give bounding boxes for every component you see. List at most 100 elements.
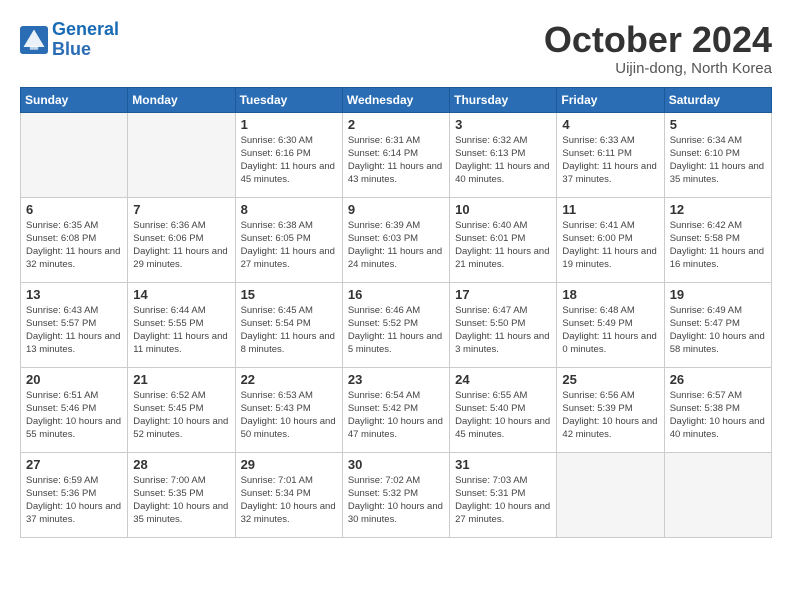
day-number: 14 [133,287,229,302]
day-number: 16 [348,287,444,302]
calendar-cell: 27Sunrise: 6:59 AM Sunset: 5:36 PM Dayli… [21,452,128,537]
calendar-cell: 13 Sunrise: 6:43 AM Sunset: 5:57 PM Dayli… [21,282,128,367]
day-info: Sunrise: 6:35 AM Sunset: 6:08 PM Dayligh… [26,219,122,272]
calendar-cell: 11 Sunrise: 6:41 AM Sunset: 6:00 PM Dayli… [557,197,664,282]
day-number: 26 [670,372,766,387]
day-number: 6 [26,202,122,217]
calendar-cell: 4Sunrise: 6:33 AM Sunset: 6:11 PM Daylig… [557,112,664,197]
calendar-cell: 19 Sunrise: 6:49 AM Sunset: 5:47 PM Dayli… [664,282,771,367]
calendar-week-row: 1Sunrise: 6:30 AM Sunset: 6:16 PM Daylig… [21,112,772,197]
weekday-header: Monday [128,87,235,112]
logo-line1: General [52,19,119,39]
day-number: 20 [26,372,122,387]
calendar-cell: 15 Sunrise: 6:45 AM Sunset: 5:54 PM Dayli… [235,282,342,367]
calendar-cell [21,112,128,197]
location-subtitle: Uijin-dong, North Korea [544,60,772,77]
day-info: Sunrise: 7:02 AM Sunset: 5:32 PM Dayligh… [348,474,444,527]
day-number: 11 [562,202,658,217]
day-info: Sunrise: 6:51 AM Sunset: 5:46 PM Dayligh… [26,389,122,442]
weekday-header: Saturday [664,87,771,112]
day-number: 21 [133,372,229,387]
calendar-table: SundayMondayTuesdayWednesdayThursdayFrid… [20,87,772,538]
calendar-cell [557,452,664,537]
day-info: Sunrise: 6:44 AM Sunset: 5:55 PM Dayligh… [133,304,229,357]
day-number: 2 [348,117,444,132]
calendar-cell: 31Sunrise: 7:03 AM Sunset: 5:31 PM Dayli… [450,452,557,537]
calendar-cell: 18Sunrise: 6:48 AM Sunset: 5:49 PM Dayli… [557,282,664,367]
day-info: Sunrise: 6:48 AM Sunset: 5:49 PM Dayligh… [562,304,658,357]
weekday-header: Wednesday [342,87,449,112]
day-info: Sunrise: 7:01 AM Sunset: 5:34 PM Dayligh… [241,474,337,527]
day-number: 13 [26,287,122,302]
day-info: Sunrise: 6:31 AM Sunset: 6:14 PM Dayligh… [348,134,444,187]
title-area: October 2024 Uijin-dong, North Korea [544,20,772,77]
day-number: 12 [670,202,766,217]
calendar-cell: 29Sunrise: 7:01 AM Sunset: 5:34 PM Dayli… [235,452,342,537]
day-info: Sunrise: 6:40 AM Sunset: 6:01 PM Dayligh… [455,219,551,272]
month-title: October 2024 [544,20,772,60]
day-info: Sunrise: 6:36 AM Sunset: 6:06 PM Dayligh… [133,219,229,272]
day-number: 24 [455,372,551,387]
calendar-cell: 3Sunrise: 6:32 AM Sunset: 6:13 PM Daylig… [450,112,557,197]
day-info: Sunrise: 6:45 AM Sunset: 5:54 PM Dayligh… [241,304,337,357]
calendar-cell: 25 Sunrise: 6:56 AM Sunset: 5:39 PM Dayli… [557,367,664,452]
calendar-cell: 23Sunrise: 6:54 AM Sunset: 5:42 PM Dayli… [342,367,449,452]
day-info: Sunrise: 6:46 AM Sunset: 5:52 PM Dayligh… [348,304,444,357]
calendar-header-row: SundayMondayTuesdayWednesdayThursdayFrid… [21,87,772,112]
calendar-cell: 28 Sunrise: 7:00 AM Sunset: 5:35 PM Dayli… [128,452,235,537]
calendar-cell: 26 Sunrise: 6:57 AM Sunset: 5:38 PM Dayli… [664,367,771,452]
day-number: 8 [241,202,337,217]
day-info: Sunrise: 7:00 AM Sunset: 5:35 PM Dayligh… [133,474,229,527]
day-info: Sunrise: 6:52 AM Sunset: 5:45 PM Dayligh… [133,389,229,442]
calendar-cell: 9 Sunrise: 6:39 AM Sunset: 6:03 PM Daylig… [342,197,449,282]
day-number: 23 [348,372,444,387]
calendar-cell: 30 Sunrise: 7:02 AM Sunset: 5:32 PM Dayli… [342,452,449,537]
logo-line2: Blue [52,39,91,59]
calendar-cell [128,112,235,197]
day-info: Sunrise: 6:39 AM Sunset: 6:03 PM Dayligh… [348,219,444,272]
calendar-week-row: 20 Sunrise: 6:51 AM Sunset: 5:46 PM Dayli… [21,367,772,452]
day-number: 22 [241,372,337,387]
calendar-cell [664,452,771,537]
calendar-week-row: 13 Sunrise: 6:43 AM Sunset: 5:57 PM Dayli… [21,282,772,367]
day-number: 19 [670,287,766,302]
calendar-cell: 22 Sunrise: 6:53 AM Sunset: 5:43 PM Dayli… [235,367,342,452]
calendar-cell: 12 Sunrise: 6:42 AM Sunset: 5:58 PM Dayli… [664,197,771,282]
day-number: 30 [348,457,444,472]
day-info: Sunrise: 6:43 AM Sunset: 5:57 PM Dayligh… [26,304,122,357]
day-info: Sunrise: 6:57 AM Sunset: 5:38 PM Dayligh… [670,389,766,442]
logo-text: General Blue [52,20,119,60]
day-number: 25 [562,372,658,387]
weekday-header: Friday [557,87,664,112]
weekday-header: Tuesday [235,87,342,112]
day-info: Sunrise: 6:41 AM Sunset: 6:00 PM Dayligh… [562,219,658,272]
day-number: 7 [133,202,229,217]
logo: General Blue [20,20,119,60]
calendar-cell: 1Sunrise: 6:30 AM Sunset: 6:16 PM Daylig… [235,112,342,197]
day-info: Sunrise: 6:42 AM Sunset: 5:58 PM Dayligh… [670,219,766,272]
calendar-cell: 6 Sunrise: 6:35 AM Sunset: 6:08 PM Daylig… [21,197,128,282]
calendar-cell: 2 Sunrise: 6:31 AM Sunset: 6:14 PM Daylig… [342,112,449,197]
day-info: Sunrise: 6:47 AM Sunset: 5:50 PM Dayligh… [455,304,551,357]
day-info: Sunrise: 6:56 AM Sunset: 5:39 PM Dayligh… [562,389,658,442]
day-info: Sunrise: 6:49 AM Sunset: 5:47 PM Dayligh… [670,304,766,357]
day-number: 15 [241,287,337,302]
day-info: Sunrise: 6:53 AM Sunset: 5:43 PM Dayligh… [241,389,337,442]
calendar-cell: 14 Sunrise: 6:44 AM Sunset: 5:55 PM Dayli… [128,282,235,367]
day-number: 5 [670,117,766,132]
day-info: Sunrise: 6:55 AM Sunset: 5:40 PM Dayligh… [455,389,551,442]
calendar-week-row: 27Sunrise: 6:59 AM Sunset: 5:36 PM Dayli… [21,452,772,537]
day-info: Sunrise: 6:34 AM Sunset: 6:10 PM Dayligh… [670,134,766,187]
calendar-cell: 20 Sunrise: 6:51 AM Sunset: 5:46 PM Dayli… [21,367,128,452]
day-info: Sunrise: 6:59 AM Sunset: 5:36 PM Dayligh… [26,474,122,527]
calendar-cell: 21 Sunrise: 6:52 AM Sunset: 5:45 PM Dayli… [128,367,235,452]
day-number: 9 [348,202,444,217]
day-number: 28 [133,457,229,472]
calendar-cell: 16 Sunrise: 6:46 AM Sunset: 5:52 PM Dayli… [342,282,449,367]
day-number: 3 [455,117,551,132]
day-info: Sunrise: 6:38 AM Sunset: 6:05 PM Dayligh… [241,219,337,272]
day-number: 10 [455,202,551,217]
calendar-cell: 8 Sunrise: 6:38 AM Sunset: 6:05 PM Daylig… [235,197,342,282]
day-info: Sunrise: 6:30 AM Sunset: 6:16 PM Dayligh… [241,134,337,187]
weekday-header: Thursday [450,87,557,112]
